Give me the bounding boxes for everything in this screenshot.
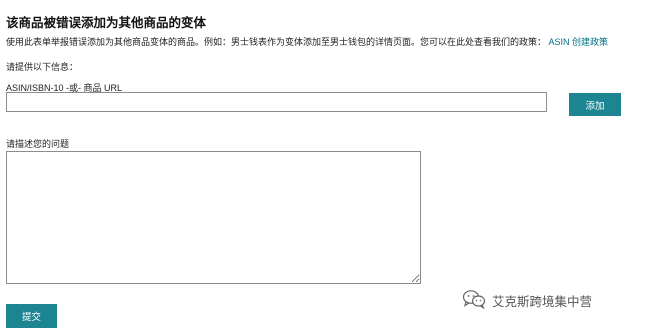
watermark-text: 艾克斯跨境集中营 [492,295,593,309]
problem-field-label: 请描述您的问题 [6,139,70,149]
wechat-icon [462,289,486,312]
info-prompt: 请提供以下信息： [6,62,79,72]
add-button[interactable]: 添加 [569,93,621,116]
asin-input[interactable] [6,92,547,112]
page-title: 该商品被错误添加为其他商品的变体 [6,16,207,30]
watermark: 艾克斯跨境集中营 [462,289,592,312]
form-description: 使用此表单举报错误添加为其他商品变体的商品。例如：男士钱表作为变体添加至男士钱包… [6,35,608,48]
problem-textarea[interactable] [6,151,421,284]
submit-button[interactable]: 提交 [6,304,57,328]
description-text: 使用此表单举报错误添加为其他商品变体的商品。例如：男士钱表作为变体添加至男士钱包… [6,37,547,47]
policy-link[interactable]: ASIN 创建政策 [549,37,609,47]
